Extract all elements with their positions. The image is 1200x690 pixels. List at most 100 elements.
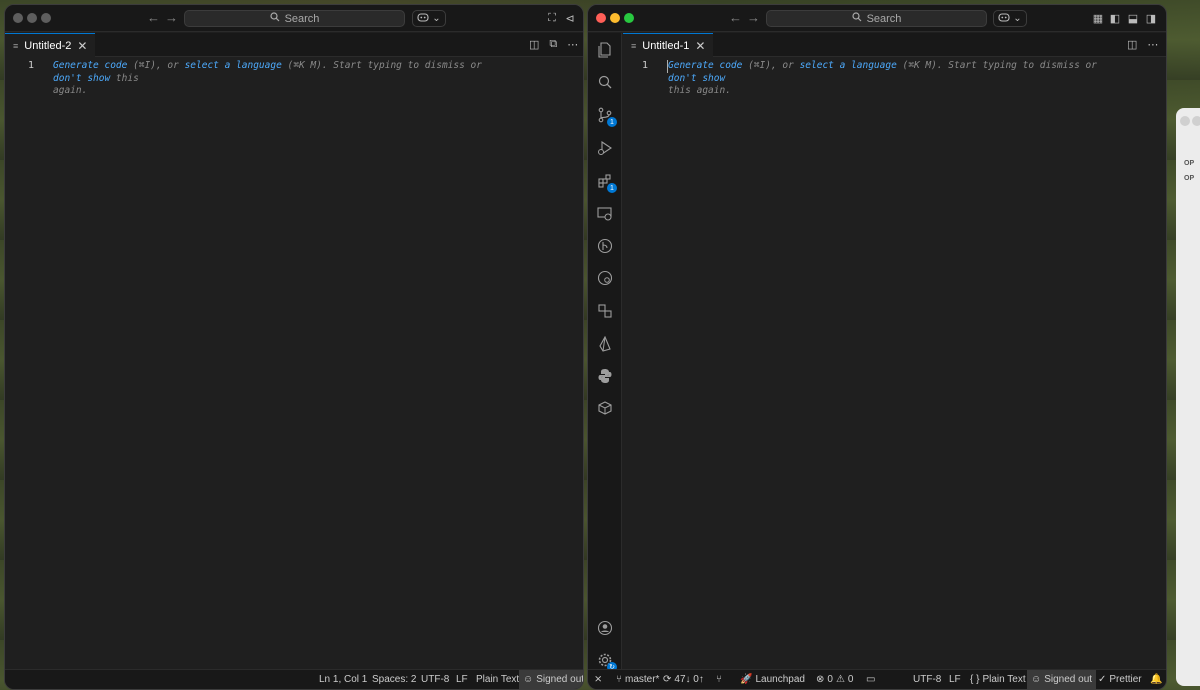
hint-line-1: Generate code (⌘I), or select a language… xyxy=(668,60,1108,85)
indentation[interactable]: Spaces: 2 xyxy=(372,670,416,689)
notifications-bell-icon[interactable]: 🔔 xyxy=(1150,670,1162,689)
toggle-secondary-sidebar-icon[interactable]: ◨ xyxy=(1144,11,1158,25)
end-of-line[interactable]: LF xyxy=(949,670,961,689)
toggle-panel-icon[interactable]: ⬓ xyxy=(1126,11,1140,25)
back-arrow-icon[interactable]: ← xyxy=(147,10,160,25)
tab-untitled-1[interactable]: ≡ Untitled-1 ✕ xyxy=(623,33,714,57)
close-button[interactable] xyxy=(13,13,23,23)
tab-label: Untitled-2 xyxy=(24,39,72,52)
end-of-line[interactable]: LF xyxy=(456,670,468,689)
branch-icon: ⑂ xyxy=(616,674,622,685)
search-icon[interactable] xyxy=(596,73,614,91)
editor-tab-bar: ≡ Untitled-2 ✕ ◫ ⧉ ⋯ xyxy=(5,33,583,57)
select-language-link[interactable]: select a language xyxy=(800,60,897,71)
cursor-position[interactable]: Ln 1, Col 1 xyxy=(319,670,367,689)
copilot-menu-button[interactable]: ⌄ xyxy=(993,10,1027,27)
forward-arrow-icon[interactable]: → xyxy=(165,10,178,25)
copilot-menu-button[interactable]: ⌄ xyxy=(412,10,446,27)
launchpad-status[interactable]: 🚀 Launchpad xyxy=(740,670,805,689)
source-control-badge: 1 xyxy=(607,117,617,127)
source-control-icon[interactable]: 1 xyxy=(596,106,617,127)
copilot-icon xyxy=(998,12,1010,26)
tab-close-icon[interactable]: ✕ xyxy=(77,39,87,53)
dont-show-link[interactable]: don't show xyxy=(668,73,725,84)
minimize-button[interactable] xyxy=(27,13,37,23)
manage-gear-icon[interactable]: ↻ xyxy=(596,651,617,672)
bg-window-minimize[interactable] xyxy=(1192,116,1200,126)
fullscreen-icon[interactable]: ⛶ xyxy=(545,11,559,25)
command-center-search[interactable]: Search xyxy=(184,10,405,27)
select-language-link[interactable]: select a language xyxy=(185,60,282,71)
toggle-panel-icon[interactable]: ⊲ xyxy=(563,11,577,25)
branch-label: master* xyxy=(625,674,660,685)
tab-label: Untitled-1 xyxy=(642,39,690,52)
maximize-button[interactable] xyxy=(624,13,634,23)
prettier-status[interactable]: ✓ Prettier xyxy=(1098,670,1142,689)
tab-close-icon[interactable]: ✕ xyxy=(695,39,705,53)
hint-text: (⌘K M). Start typing to dismiss or xyxy=(281,60,482,71)
python-icon[interactable] xyxy=(596,367,614,385)
document-icon: ≡ xyxy=(13,40,19,51)
branch-status[interactable]: ⑂ master* xyxy=(616,670,659,689)
gitlens-icon[interactable] xyxy=(596,269,614,287)
toggle-primary-sidebar-icon[interactable]: ◧ xyxy=(1108,11,1122,25)
sync-icon: ⟳ xyxy=(663,674,672,685)
hint-text: (⌘I), or xyxy=(127,60,185,71)
language-mode[interactable]: { } Plain Text xyxy=(970,670,1026,689)
line-number: 1 xyxy=(642,60,649,71)
accounts-icon[interactable] xyxy=(596,619,614,637)
account-status[interactable]: ☺ Signed out xyxy=(519,670,584,689)
status-bar: ⨯ ⑂ master* ⟳ 47↓ 0↑ ⑂ 🚀 Launchpad ⊗ 0 ⚠… xyxy=(588,669,1166,689)
encoding[interactable]: UTF-8 xyxy=(421,670,449,689)
bg-window-close[interactable] xyxy=(1180,116,1190,126)
generate-code-link[interactable]: Generate code xyxy=(53,60,127,71)
customize-layout-icon[interactable]: ▦ xyxy=(1091,11,1105,25)
copilot-icon: ☺ xyxy=(1031,674,1042,685)
editor-area[interactable]: 1 Generate code (⌘I), or select a langua… xyxy=(5,57,583,669)
back-arrow-icon[interactable]: ← xyxy=(729,10,742,25)
braces-icon: { } xyxy=(970,674,980,685)
git-graph-icon[interactable] xyxy=(596,237,614,255)
account-status[interactable]: ☺ Signed out xyxy=(1027,670,1097,689)
chevron-down-icon: ⌄ xyxy=(432,13,441,24)
account-label: Signed out xyxy=(536,674,584,685)
tab-untitled-2[interactable]: ≡ Untitled-2 ✕ xyxy=(5,33,96,57)
encoding[interactable]: UTF-8 xyxy=(913,670,941,689)
split-editor-icon[interactable]: ◫ xyxy=(1127,38,1137,51)
search-label: Search xyxy=(866,12,902,25)
title-bar: ← → Search ⌄ ⛶ ⊲ xyxy=(5,5,583,32)
problems-status[interactable]: ⊗ 0 ⚠ 0 xyxy=(816,670,853,689)
prisma-icon[interactable] xyxy=(596,335,614,353)
sync-status[interactable]: ⟳ 47↓ 0↑ xyxy=(663,670,704,689)
maximize-button[interactable] xyxy=(41,13,51,23)
git-graph-status-icon[interactable]: ⑂ xyxy=(716,670,722,689)
forward-arrow-icon[interactable]: → xyxy=(747,10,760,25)
generate-code-link[interactable]: Generate code xyxy=(668,60,742,71)
vscode-window-left: ← → Search ⌄ ⛶ ⊲ ≡ Untitled-2 ✕ ◫ ⧉ ⋯ 1 … xyxy=(4,4,584,690)
more-actions-icon[interactable]: ⋯ xyxy=(567,38,578,51)
split-editor-icon[interactable]: ◫ xyxy=(529,38,539,51)
explorer-icon[interactable] xyxy=(596,41,614,59)
run-debug-icon[interactable] xyxy=(596,139,614,157)
folder-icon[interactable]: ▭ xyxy=(866,670,875,689)
search-icon xyxy=(851,12,862,25)
language-mode[interactable]: Plain Text xyxy=(476,670,519,689)
remote-explorer-icon[interactable] xyxy=(596,205,614,223)
command-center-search[interactable]: Search xyxy=(766,10,987,27)
package-icon[interactable] xyxy=(596,399,614,417)
minimize-button[interactable] xyxy=(610,13,620,23)
hint-line-2: this again. xyxy=(668,85,731,96)
more-actions-icon[interactable]: ⋯ xyxy=(1147,38,1158,51)
remote-indicator-icon[interactable]: ⨯ xyxy=(594,670,602,689)
background-window[interactable]: OP OP xyxy=(1176,108,1200,686)
open-changes-icon[interactable]: ⧉ xyxy=(549,38,557,51)
containers-icon[interactable] xyxy=(596,302,614,320)
extensions-icon[interactable]: 1 xyxy=(596,172,617,193)
close-button[interactable] xyxy=(596,13,606,23)
hint-line-1: Generate code (⌘I), or select a language… xyxy=(53,60,513,85)
warning-count: 0 xyxy=(847,674,854,685)
dont-show-link[interactable]: don't show xyxy=(53,73,110,84)
editor-area[interactable]: 1 Generate code (⌘I), or select a langua… xyxy=(623,57,1166,669)
search-icon xyxy=(269,12,280,25)
copilot-icon: ☺ xyxy=(523,674,534,685)
